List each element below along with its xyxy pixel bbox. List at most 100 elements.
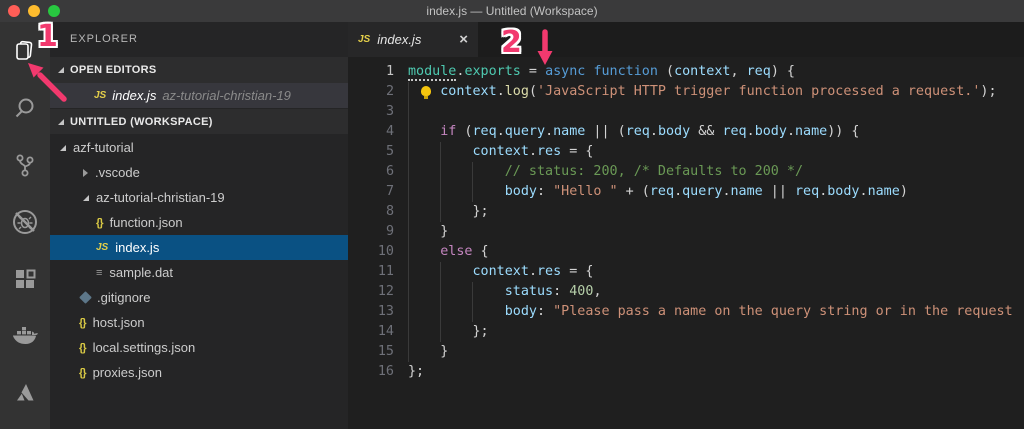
open-editor-item-indexjs[interactable]: JS index.js az-tutorial-christian-19	[50, 83, 348, 108]
dat-file-icon: ≡	[96, 267, 102, 279]
line-content: if (req.query.name || (req.body && req.b…	[408, 122, 860, 142]
close-window-button[interactable]	[8, 5, 20, 17]
code-line-8[interactable]: 8 };	[348, 202, 1024, 222]
code-token: body	[755, 124, 787, 139]
twistie-closed-icon	[83, 169, 88, 177]
code-token: ,	[593, 284, 601, 299]
code-line-15[interactable]: 15 }	[348, 342, 1024, 362]
code-line-11[interactable]: 11 context.res = {	[348, 262, 1024, 282]
code-line-16[interactable]: 16};	[348, 362, 1024, 382]
code-line-9[interactable]: 9 }	[348, 222, 1024, 242]
code-line-5[interactable]: 5 context.res = {	[348, 142, 1024, 162]
open-editors-section[interactable]: OPEN EDITORS	[50, 57, 348, 83]
code-token	[408, 184, 505, 199]
code-token	[408, 304, 505, 319]
tree-item-local-settings-json[interactable]: {}local.settings.json	[50, 335, 348, 360]
tree-item--vscode[interactable]: .vscode	[50, 160, 348, 185]
code-token: else	[440, 244, 472, 259]
indent-guide	[440, 322, 441, 342]
line-content: };	[408, 322, 489, 342]
code-line-1[interactable]: 1module.exports = async function (contex…	[348, 62, 1024, 82]
line-number: 9	[348, 222, 394, 242]
code-token: log	[505, 84, 529, 99]
code-line-14[interactable]: 14 };	[348, 322, 1024, 342]
code-token: function	[593, 64, 658, 79]
tree-item-label: host.json	[93, 315, 145, 330]
code-line-2[interactable]: 2 context.log('JavaScript HTTP trigger f…	[348, 82, 1024, 102]
indent-guide	[440, 202, 441, 222]
close-tab-icon[interactable]: ×	[459, 32, 468, 47]
tab-bar: JS index.js ×	[348, 22, 1024, 57]
code-token: req	[747, 64, 771, 79]
code-line-12[interactable]: 12 status: 400,	[348, 282, 1024, 302]
minimize-window-button[interactable]	[28, 5, 40, 17]
line-number: 2	[348, 82, 394, 102]
code-line-13[interactable]: 13 body: "Please pass a name on the quer…	[348, 302, 1024, 322]
tree-item-index-js[interactable]: JS index.js	[50, 235, 348, 260]
indent-guide	[408, 322, 409, 342]
line-number: 11	[348, 262, 394, 282]
source-control-icon[interactable]	[0, 136, 50, 193]
line-content: }	[408, 222, 448, 242]
tree-item-function-json[interactable]: {}function.json	[50, 210, 348, 235]
open-editors-label: OPEN EDITORS	[70, 64, 157, 76]
code-token: (	[658, 64, 674, 79]
annotation-step-2: 2	[501, 25, 522, 60]
line-number: 7	[348, 182, 394, 202]
code-line-3[interactable]: 3	[348, 102, 1024, 122]
zoom-window-button[interactable]	[48, 5, 60, 17]
debug-icon[interactable]	[0, 193, 50, 250]
indent-guide	[408, 182, 409, 202]
code-token: = {	[561, 264, 593, 279]
indent-guide	[408, 342, 409, 362]
tree-item-az-tutorial-christian-19[interactable]: az-tutorial-christian-19	[50, 185, 348, 210]
code-token: if	[440, 124, 456, 139]
tab-indexjs[interactable]: JS index.js ×	[348, 22, 478, 57]
extensions-icon[interactable]	[0, 250, 50, 307]
tree-item-sample-dat[interactable]: ≡sample.dat	[50, 260, 348, 285]
editor-group: JS index.js × 1module.exports = async fu…	[348, 22, 1024, 429]
code-token: .	[674, 184, 682, 199]
indent-guide	[440, 142, 441, 162]
indent-guide	[408, 122, 409, 142]
code-token: + (	[618, 184, 650, 199]
code-token: {	[473, 244, 489, 259]
code-token: context	[473, 144, 529, 159]
code-token: || (	[585, 124, 625, 139]
indent-guide	[408, 82, 409, 102]
code-token: };	[408, 204, 489, 219]
docker-icon[interactable]	[0, 307, 50, 364]
js-file-icon: JS	[96, 242, 108, 253]
indent-guide	[408, 162, 409, 182]
js-file-icon: JS	[358, 34, 370, 45]
code-line-6[interactable]: 6 // status: 200, /* Defaults to 200 */	[348, 162, 1024, 182]
tree-item--gitignore[interactable]: .gitignore	[50, 285, 348, 310]
file-tree: azf-tutorial.vscode az-tutorial-christian…	[50, 135, 348, 385]
code-token: :	[553, 284, 569, 299]
code-line-10[interactable]: 10 else {	[348, 242, 1024, 262]
tree-item-azf-tutorial[interactable]: azf-tutorial	[50, 135, 348, 160]
code-editor[interactable]: 1module.exports = async function (contex…	[348, 57, 1024, 382]
workspace-section[interactable]: UNTITLED (WORKSPACE)	[50, 109, 348, 134]
code-line-7[interactable]: 7 body: "Hello " + (req.query.name || re…	[348, 182, 1024, 202]
code-token: }	[408, 224, 448, 239]
tree-item-label: index.js	[115, 240, 159, 255]
open-editor-detail: az-tutorial-christian-19	[162, 88, 291, 103]
json-file-icon: {}	[79, 317, 86, 329]
code-token: :	[537, 304, 553, 319]
code-line-4[interactable]: 4 if (req.query.name || (req.body && req…	[348, 122, 1024, 142]
line-content: };	[408, 362, 424, 382]
tree-item-proxies-json[interactable]: {}proxies.json	[50, 360, 348, 385]
tree-item-label: az-tutorial-christian-19	[96, 190, 225, 205]
line-content: // status: 200, /* Defaults to 200 */	[408, 162, 803, 182]
line-number: 8	[348, 202, 394, 222]
code-token: .	[860, 184, 868, 199]
tree-item-label: local.settings.json	[93, 340, 196, 355]
lightbulb-icon[interactable]	[421, 86, 431, 96]
code-token: ,	[731, 64, 747, 79]
json-file-icon: {}	[96, 217, 103, 229]
tree-item-host-json[interactable]: {} host.json	[50, 310, 348, 335]
azure-icon[interactable]	[0, 364, 50, 421]
code-token: name	[731, 184, 763, 199]
code-token: body	[658, 124, 690, 139]
